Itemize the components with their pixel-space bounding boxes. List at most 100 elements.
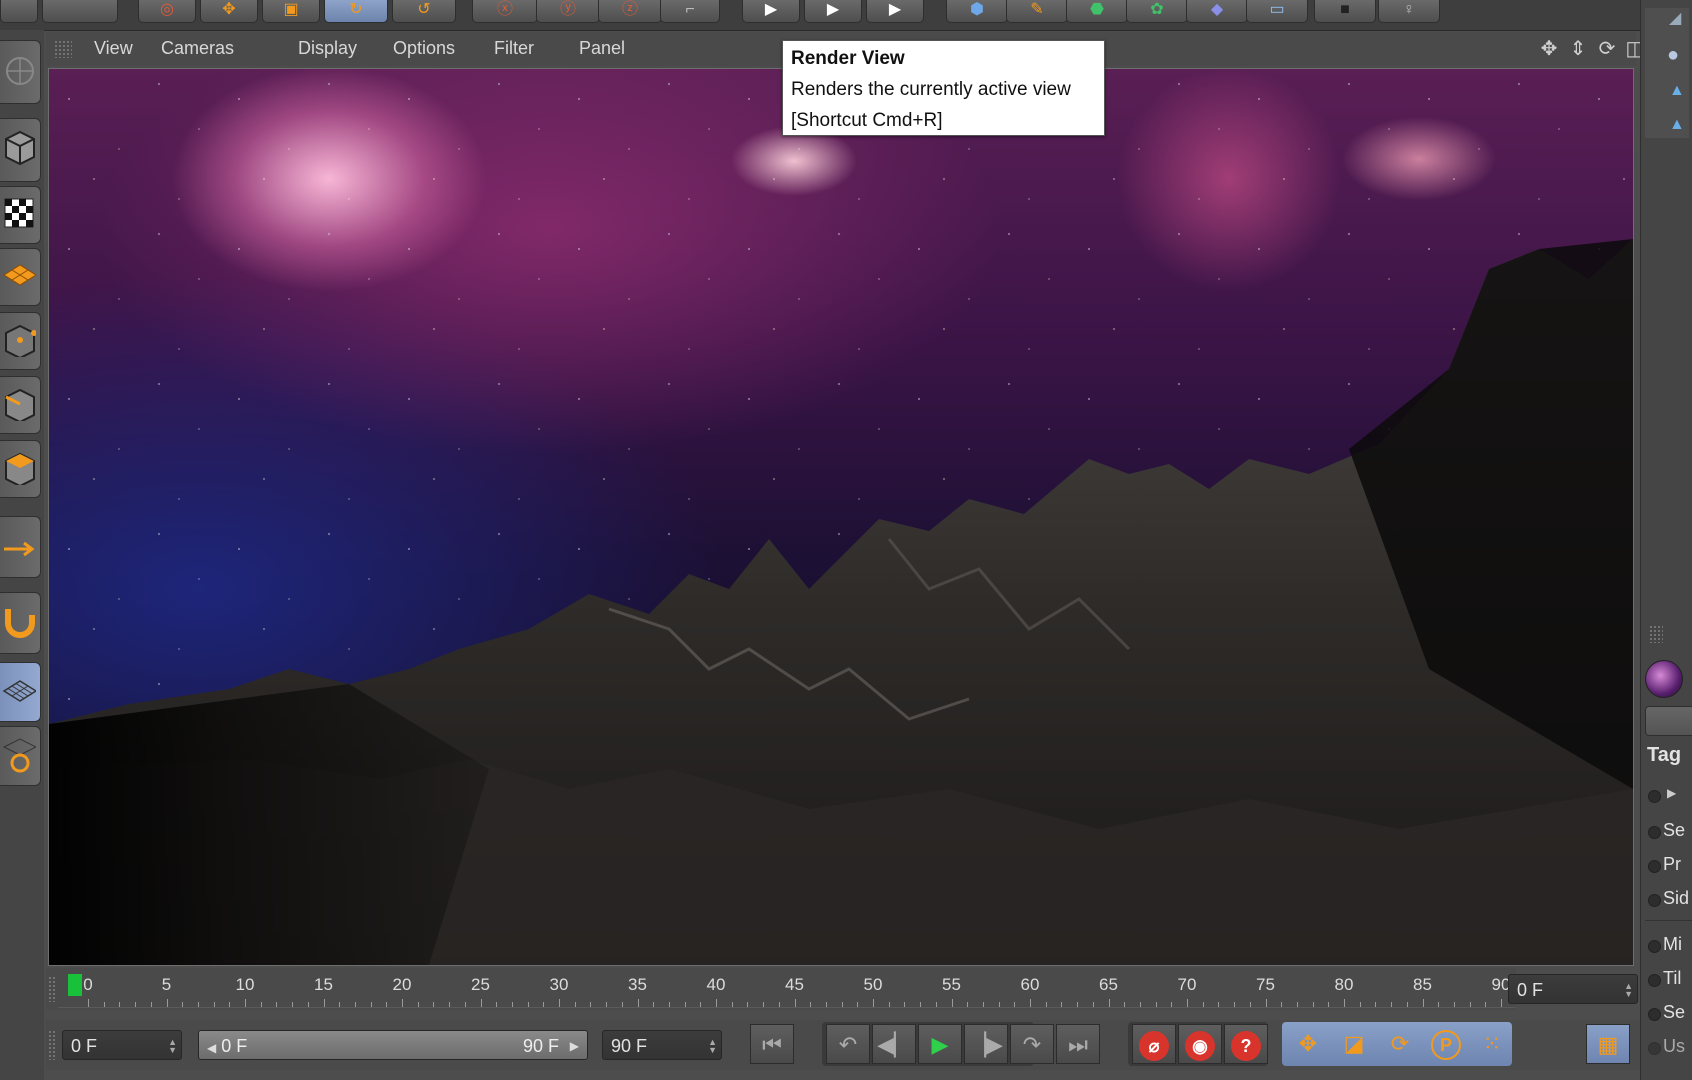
minimum-time-field[interactable]: 0 F ▲ ▼ [62, 1030, 182, 1060]
timeline-frame-label: 40 [706, 975, 726, 994]
rotation-key-button[interactable]: ⟳ [1378, 1024, 1422, 1064]
attribute-radio[interactable] [1648, 1042, 1661, 1055]
attribute-radio[interactable] [1648, 940, 1661, 953]
x-axis-icon: ⓧ [496, 1, 513, 18]
subdivision-surface-button[interactable]: ⬣ [1066, 0, 1128, 23]
pan-view-icon[interactable]: ✥ [1536, 36, 1562, 62]
record-active-objects-button[interactable]: ⌀ [1132, 1024, 1176, 1064]
points-mode-button[interactable] [0, 312, 41, 370]
object-manager-strip[interactable]: ◢ ● ▲ ▲ [1645, 8, 1689, 138]
attribute-radio[interactable] [1648, 860, 1661, 873]
autokeying-button[interactable]: ◉ [1178, 1024, 1222, 1064]
move-tool-button[interactable]: ✥ [200, 0, 258, 23]
panel-grip-icon[interactable] [54, 40, 72, 58]
snapping-button[interactable] [0, 592, 41, 654]
cube-icon [5, 130, 35, 166]
camera-button[interactable]: ■ [1314, 0, 1376, 23]
scale-key-button[interactable]: ◪ [1332, 1024, 1376, 1064]
live-selection-button[interactable]: ◎ [138, 0, 196, 23]
make-editable-button[interactable] [0, 40, 41, 104]
model-mode-button[interactable] [0, 118, 41, 182]
floor-button[interactable]: ▭ [1246, 0, 1308, 23]
current-frame-field[interactable]: 0 F ▲ ▼ [1508, 974, 1638, 1004]
material-preview-thumbnail[interactable] [1645, 660, 1683, 698]
scale-tool-button[interactable]: ▣ [262, 0, 320, 23]
timeline-ruler[interactable]: 0 5 10 15 20 25 30 35 40 45 50 55 60 65 70 75 80 85 90 0 F… [46, 968, 1638, 1010]
workplane-mode-button[interactable] [0, 248, 41, 306]
undo-button[interactable] [0, 0, 38, 23]
rotate-tool-button[interactable]: ↻ [324, 0, 388, 23]
render-viewport[interactable] [48, 68, 1634, 966]
zoom-view-icon[interactable]: ⇕ [1565, 36, 1591, 62]
next-key-button[interactable]: ↷ [1010, 1024, 1054, 1064]
light-button[interactable]: ♀ [1378, 0, 1440, 23]
attribute-radio[interactable] [1648, 894, 1661, 907]
rotate-icon: ↻ [349, 1, 363, 18]
range-right-arrow-icon[interactable]: ▶ [570, 1031, 579, 1061]
menu-panel[interactable]: Panel [579, 38, 625, 59]
menu-view[interactable]: View [94, 38, 133, 59]
spinner-arrows-icon[interactable]: ▲ ▼ [708, 1038, 717, 1055]
redo-button[interactable] [42, 0, 118, 23]
scheme-button[interactable]: ▦ [1586, 1024, 1630, 1064]
render-settings-button[interactable]: ▶ [866, 0, 924, 23]
coordinate-system-button[interactable]: ⌐ [660, 0, 720, 23]
spinner-arrows-icon[interactable]: ▲ ▼ [1624, 982, 1633, 999]
y-axis-lock-button[interactable]: ⓨ [536, 0, 600, 23]
cube-primitive-button[interactable]: ⬢ [946, 0, 1008, 23]
go-to-end-button[interactable]: ⏭ [1056, 1024, 1100, 1064]
axis-mode-button[interactable] [0, 516, 41, 578]
preview-range-slider[interactable]: ◀ 0 F 90 F ▶ [198, 1030, 588, 1060]
attribute-radio[interactable] [1648, 1008, 1661, 1021]
timeline-tick [794, 999, 796, 1007]
menu-filter[interactable]: Filter [494, 38, 534, 59]
recent-tool-button[interactable]: ↺ [392, 0, 456, 23]
deformer-button[interactable]: ◆ [1186, 0, 1248, 23]
array-button[interactable]: ✿ [1126, 0, 1188, 23]
edges-icon [5, 388, 35, 421]
workplane-toggle-button[interactable] [0, 662, 41, 722]
panel-grip-icon[interactable] [1649, 625, 1663, 643]
timeline-tick [323, 999, 325, 1007]
edges-mode-button[interactable] [0, 376, 41, 434]
timeline-playhead[interactable] [68, 974, 82, 996]
attribute-radio[interactable] [1648, 790, 1661, 803]
polygons-mode-button[interactable] [0, 440, 41, 498]
z-axis-lock-button[interactable]: ⓩ [598, 0, 662, 23]
go-to-start-button[interactable]: ⏮ [750, 1024, 794, 1064]
texture-mode-button[interactable] [0, 186, 41, 244]
tooltip-description: Renders the currently active view [791, 79, 1071, 100]
attribute-radio[interactable] [1648, 974, 1661, 987]
points-icon [5, 324, 36, 357]
timeline-frame-label: 5 [161, 975, 172, 994]
previous-frame-button[interactable]: ◀▏ [872, 1024, 916, 1064]
point-level-key-button[interactable]: ⁙ [1470, 1024, 1514, 1064]
timeline-grip-icon[interactable] [48, 976, 56, 1002]
previous-key-button[interactable]: ↶ [826, 1024, 870, 1064]
parameter-key-button[interactable]: P [1424, 1024, 1468, 1064]
play-forward-button[interactable]: ▶ [918, 1024, 962, 1064]
render-to-picture-viewer-button[interactable]: ▶ [804, 0, 862, 23]
attribute-radio[interactable] [1648, 826, 1661, 839]
x-axis-lock-button[interactable]: ⓧ [472, 0, 538, 23]
rotation-key-icon: ⟳ [1390, 1031, 1410, 1056]
menu-display[interactable]: Display [298, 38, 357, 59]
locked-workplane-button[interactable] [0, 726, 41, 786]
keyframe-selection-button[interactable]: ? [1224, 1024, 1268, 1064]
spinner-arrows-icon[interactable]: ▲ ▼ [168, 1038, 177, 1055]
transport-grip-icon[interactable] [48, 1030, 56, 1060]
range-left-arrow-icon[interactable]: ◀ [207, 1041, 216, 1055]
next-frame-button[interactable]: ▕▶ [964, 1024, 1008, 1064]
maximum-time-field[interactable]: 90 F ▲ ▼ [602, 1030, 722, 1060]
position-key-button[interactable]: ✥ [1286, 1024, 1330, 1064]
basic-tab-button[interactable] [1645, 706, 1692, 736]
orbit-view-icon[interactable]: ⟳ [1594, 36, 1620, 62]
tooltip-shortcut: [Shortcut Cmd+R] [791, 110, 943, 131]
expand-arrow-icon[interactable]: ▶ [1667, 786, 1676, 800]
spline-pen-button[interactable]: ✎ [1006, 0, 1068, 23]
question-icon: ? [1231, 1031, 1261, 1061]
menu-cameras[interactable]: Cameras [161, 38, 234, 59]
film-strip-icon: ▦ [1597, 1032, 1619, 1057]
menu-options[interactable]: Options [393, 38, 455, 59]
render-view-button[interactable]: ▶ [742, 0, 800, 23]
